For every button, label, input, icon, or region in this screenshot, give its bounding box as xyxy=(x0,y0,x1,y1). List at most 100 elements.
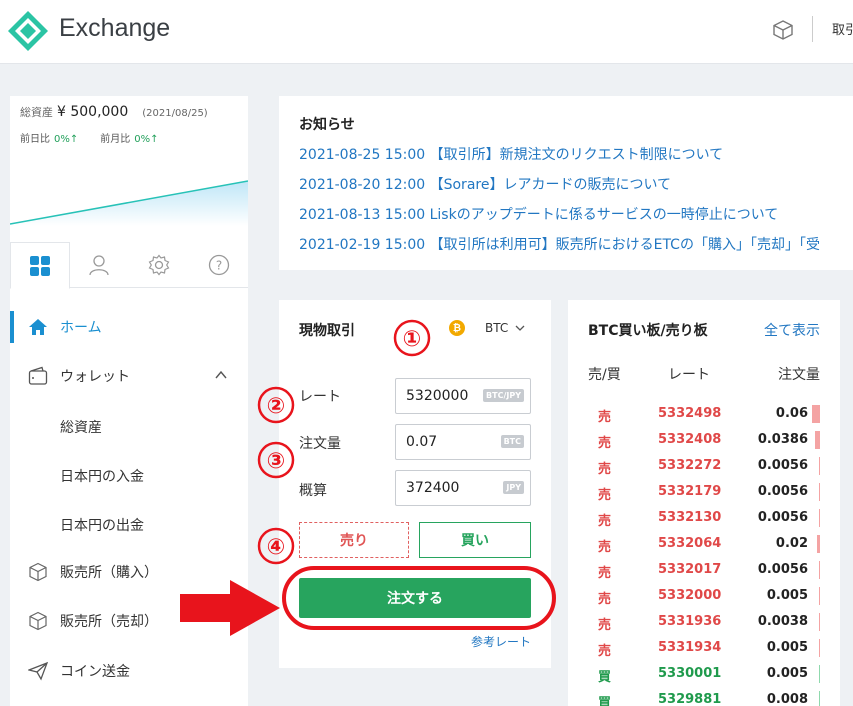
depth-bar xyxy=(817,535,820,553)
order-side: 売 xyxy=(598,618,612,633)
order-side: 売 xyxy=(598,540,612,555)
order-book-row[interactable]: 売 5332179 0.0056 xyxy=(568,480,840,506)
depth-bar xyxy=(819,587,820,605)
annotation-arrow-icon xyxy=(180,580,280,636)
order-side: 売 xyxy=(598,488,612,503)
cube-icon[interactable] xyxy=(772,19,794,41)
sidebar-item-wallet-label: ウォレット xyxy=(60,369,130,385)
order-side: 売 xyxy=(598,566,612,581)
order-rate: 5332017 xyxy=(658,562,722,577)
day-change-value: 0%↑ xyxy=(54,134,79,145)
estimate-field: 372400 JPY xyxy=(395,470,531,506)
estimate-value: 372400 xyxy=(406,480,460,496)
annotation-label: ① xyxy=(403,327,422,352)
order-qty: 0.005 xyxy=(766,640,808,655)
order-side: 売 xyxy=(598,514,612,529)
order-qty: 0.005 xyxy=(766,588,808,603)
day-change-label: 前日比 xyxy=(20,134,50,145)
order-qty: 0.0386 xyxy=(757,432,808,447)
sidebar-item-store-buy-label: 販売所（購入） xyxy=(60,565,158,581)
depth-bar xyxy=(819,509,820,527)
reference-rate-link[interactable]: 参考レート xyxy=(471,633,531,650)
sidebar-item-home[interactable]: ホーム xyxy=(10,307,248,347)
order-side: 売 xyxy=(598,462,612,477)
order-book-row[interactable]: 買 5330001 0.005 xyxy=(568,662,840,688)
order-rate: 5330001 xyxy=(658,666,722,681)
amount-input[interactable]: 0.07 BTC xyxy=(395,424,531,460)
order-side: 売 xyxy=(598,436,612,451)
notice-item[interactable]: 2021-02-19 15:00 【取引所は利用可】販売所におけるETCの「購入… xyxy=(299,234,820,254)
tab-dashboard[interactable] xyxy=(10,242,70,289)
sidebar-item-coin-send-label: コイン送金 xyxy=(60,664,130,680)
order-rate: 5332064 xyxy=(658,536,722,551)
annotation-marker: ① xyxy=(393,319,431,357)
order-side: 売 xyxy=(598,592,612,607)
order-side: 買 xyxy=(598,670,612,685)
buy-toggle-button[interactable]: 買い xyxy=(419,522,531,558)
depth-bar xyxy=(819,613,820,631)
cube-icon xyxy=(29,611,47,631)
tab-help[interactable]: ? xyxy=(189,242,249,288)
sidebar-item-coin-send[interactable]: コイン送金 xyxy=(10,651,248,691)
order-book-row[interactable]: 売 5332498 0.06 xyxy=(568,402,840,428)
top-header: Exchange 取引所 xyxy=(0,0,853,64)
tab-settings[interactable] xyxy=(129,242,189,288)
sell-toggle-button[interactable]: 売り xyxy=(299,522,409,558)
home-icon xyxy=(29,319,47,335)
sidebar-item-wallet[interactable]: ウォレット xyxy=(10,356,248,396)
order-qty: 0.0056 xyxy=(757,562,808,577)
order-rate: 5332272 xyxy=(658,458,722,473)
tab-account[interactable] xyxy=(69,242,129,288)
order-book-row[interactable]: 売 5332272 0.0056 xyxy=(568,454,840,480)
order-side: 買 xyxy=(598,696,612,706)
sidebar-item-store-sell-label: 販売所（売却） xyxy=(60,614,158,630)
order-book-panel: BTC買い板/売り板 全て表示 売/買 レート 注文量 売 5332498 0.06… xyxy=(568,300,840,706)
exchange-nav-link[interactable]: 取引所 xyxy=(832,19,853,38)
notice-item[interactable]: 2021-08-13 15:00 Liskのアップデートに係るサービスの一時停止… xyxy=(299,204,778,224)
total-assets-row: 総資産 ¥ 500,000 (2021/08/25) xyxy=(20,104,208,120)
amount-unit-badge: BTC xyxy=(500,435,524,448)
brand-name[interactable]: Exchange xyxy=(59,14,170,43)
order-rate: 5332498 xyxy=(658,406,722,421)
col-qty-header: 注文量 xyxy=(778,367,820,383)
coin-selector[interactable]: ₿ BTC xyxy=(449,320,526,336)
order-book-row[interactable]: 売 5331936 0.0038 xyxy=(568,610,840,636)
order-rate: 5331936 xyxy=(658,614,722,629)
order-book-row[interactable]: 売 5332017 0.0056 xyxy=(568,558,840,584)
annotation-highlight-oval xyxy=(282,566,556,630)
annotation-label: ③ xyxy=(267,449,286,474)
order-book-row[interactable]: 買 5329881 0.008 xyxy=(568,688,840,706)
exchange-logo-icon[interactable] xyxy=(8,11,48,51)
show-all-link[interactable]: 全て表示 xyxy=(764,320,820,340)
order-side: 売 xyxy=(598,644,612,659)
header-divider xyxy=(812,16,813,42)
sidebar-item-total-assets[interactable]: 総資産 xyxy=(60,417,102,437)
total-assets-date: (2021/08/25) xyxy=(142,108,208,119)
order-rate: 5331934 xyxy=(658,640,722,655)
order-qty: 0.0056 xyxy=(757,458,808,473)
total-assets-amount: ¥ 500,000 xyxy=(57,104,129,120)
order-book-row[interactable]: 売 5332064 0.02 xyxy=(568,532,840,558)
svg-text:?: ? xyxy=(216,259,222,273)
trade-title: 現物取引 xyxy=(299,323,355,339)
order-book-row[interactable]: 売 5332000 0.005 xyxy=(568,584,840,610)
order-book-row[interactable]: 売 5332130 0.0056 xyxy=(568,506,840,532)
sidebar-item-jpy-deposit[interactable]: 日本円の入金 xyxy=(60,466,144,486)
notice-item[interactable]: 2021-08-20 12:00 【Sorare】レアカードの販売について xyxy=(299,174,671,194)
order-qty: 0.0056 xyxy=(757,510,808,525)
wallet-icon xyxy=(28,366,48,385)
rate-input[interactable]: 5320000 BTC/JPY xyxy=(395,378,531,414)
month-change-label: 前月比 xyxy=(100,134,131,145)
notice-panel: お知らせ 2021-08-25 15:00 【取引所】新規注文のリクエスト制限に… xyxy=(279,96,853,270)
order-book-row[interactable]: 売 5332408 0.0386 xyxy=(568,428,840,454)
notice-item[interactable]: 2021-08-25 15:00 【取引所】新規注文のリクエスト制限について xyxy=(299,144,723,164)
sidebar-item-jpy-withdraw[interactable]: 日本円の出金 xyxy=(60,515,144,535)
chevron-up-icon[interactable] xyxy=(214,368,228,382)
order-book-row[interactable]: 売 5331934 0.005 xyxy=(568,636,840,662)
order-rate: 5332408 xyxy=(658,432,722,447)
sidebar-item-home-label: ホーム xyxy=(60,320,102,336)
depth-bar xyxy=(815,431,820,449)
annotation-label: ④ xyxy=(267,535,286,560)
annotation-marker: ② xyxy=(257,386,295,424)
help-icon: ? xyxy=(208,254,230,276)
